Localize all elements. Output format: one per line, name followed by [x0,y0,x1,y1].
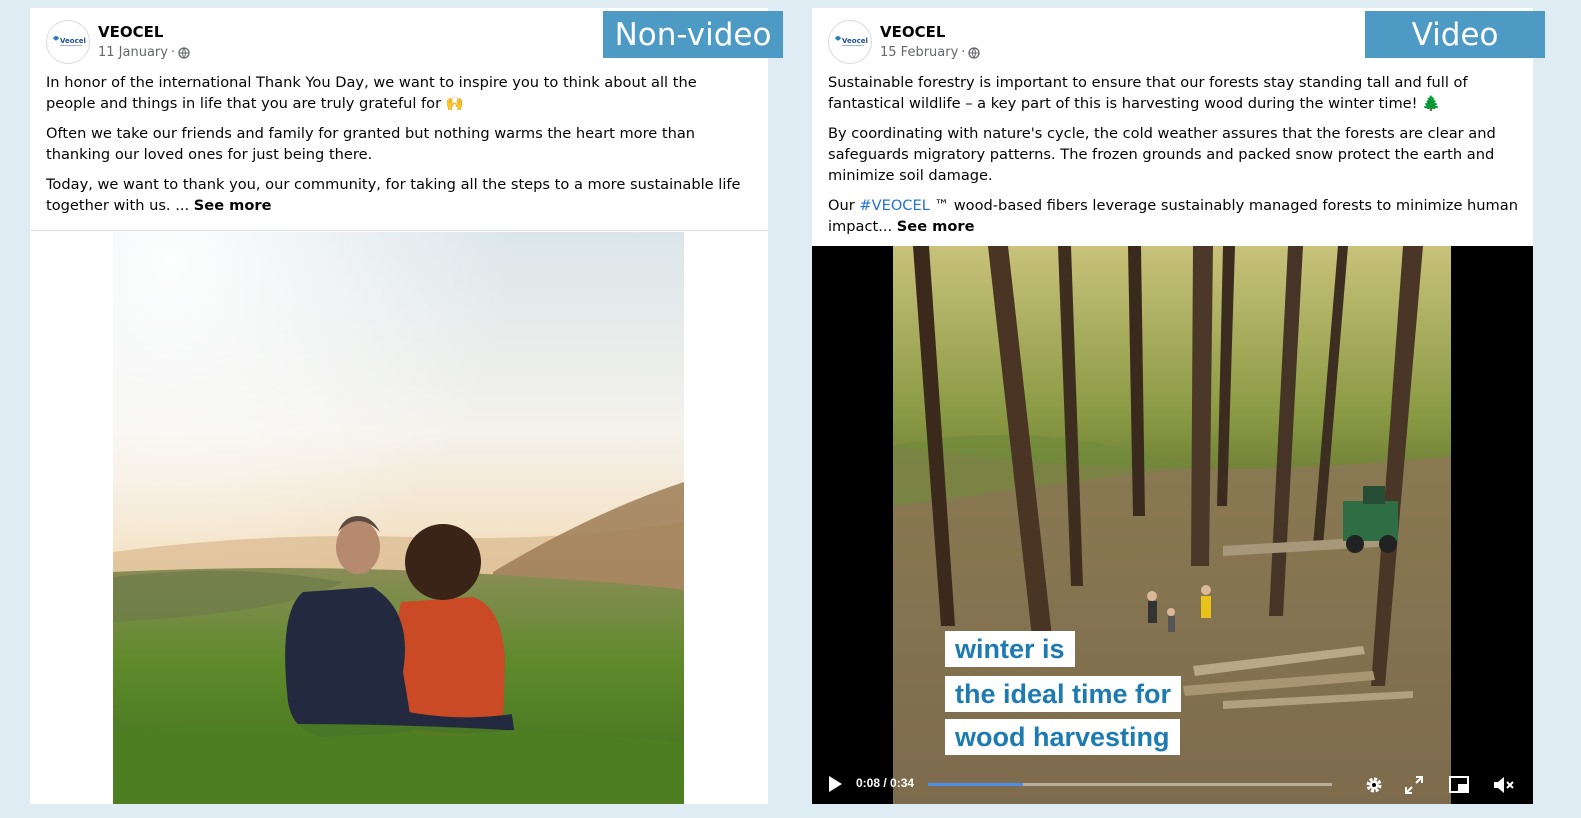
post-card-non-video: Veocel VEOCEL 11 January · In honor of t… [30,8,768,804]
video-progress-fill [928,783,1023,786]
picture-in-picture-icon[interactable] [1448,774,1470,796]
post-paragraph: By coordinating with nature's cycle, the… [828,125,1496,184]
avatar[interactable]: Veocel [46,20,90,64]
couple-on-hill-photo [113,232,684,804]
post-date[interactable]: 15 February [880,45,958,60]
post-paragraph: Often we take our friends and family for… [46,125,696,163]
video-progress-bar[interactable] [928,783,1332,786]
post-meta: 11 January · [98,45,190,60]
post-meta: 15 February · [880,45,981,60]
see-more-link[interactable]: See more [897,218,975,235]
meta-separator: · [961,45,966,60]
post-paragraph: Our #VEOCEL ™ wood-based fibers leverage… [828,195,1518,237]
post-paragraph: Today, we want to thank you, our communi… [46,174,746,216]
globe-icon [968,46,981,59]
expand-icon[interactable] [1404,775,1424,795]
meta-separator: · [170,45,176,60]
post-date[interactable]: 11 January [98,45,168,60]
post-body: In honor of the international Thank You … [46,72,746,225]
avatar[interactable]: Veocel [828,20,872,64]
gear-icon[interactable] [1363,774,1385,796]
divider [30,230,768,231]
post-card-video: Veocel VEOCEL 15 February · Sustainable … [812,8,1533,804]
video-caption-line: winter is [945,631,1075,667]
video-controls: 0:08 / 0:34 [812,764,1533,804]
post-photo[interactable] [113,232,684,804]
post-paragraph-text: Our [828,197,860,214]
see-more-link[interactable]: See more [194,197,272,214]
video-player[interactable]: winter is the ideal time for wood harves… [812,246,1533,804]
play-icon[interactable] [826,775,844,793]
muted-speaker-icon[interactable] [1492,774,1516,796]
post-author[interactable]: VEOCEL [98,23,163,41]
post-author[interactable]: VEOCEL [880,23,945,41]
veocel-logo-icon: Veocel [835,36,868,46]
post-type-label: Video [1365,11,1545,58]
video-caption-line: the ideal time for [945,676,1182,712]
post-type-label: Non-video [603,11,783,58]
post-paragraph: In honor of the international Thank You … [46,74,697,112]
globe-icon [178,46,190,59]
post-paragraph-text: Today, we want to thank you, our communi… [46,176,741,214]
svg-text:Veocel: Veocel [842,37,868,45]
veocel-logo-icon: Veocel [53,36,86,46]
video-time: 0:08 / 0:34 [856,776,915,790]
svg-text:Veocel: Veocel [60,37,86,45]
post-body: Sustainable forestry is important to ens… [828,72,1518,246]
hashtag-link[interactable]: #VEOCEL [859,197,929,214]
post-paragraph: Sustainable forestry is important to ens… [828,74,1468,112]
video-caption-line: wood harvesting [945,719,1180,755]
